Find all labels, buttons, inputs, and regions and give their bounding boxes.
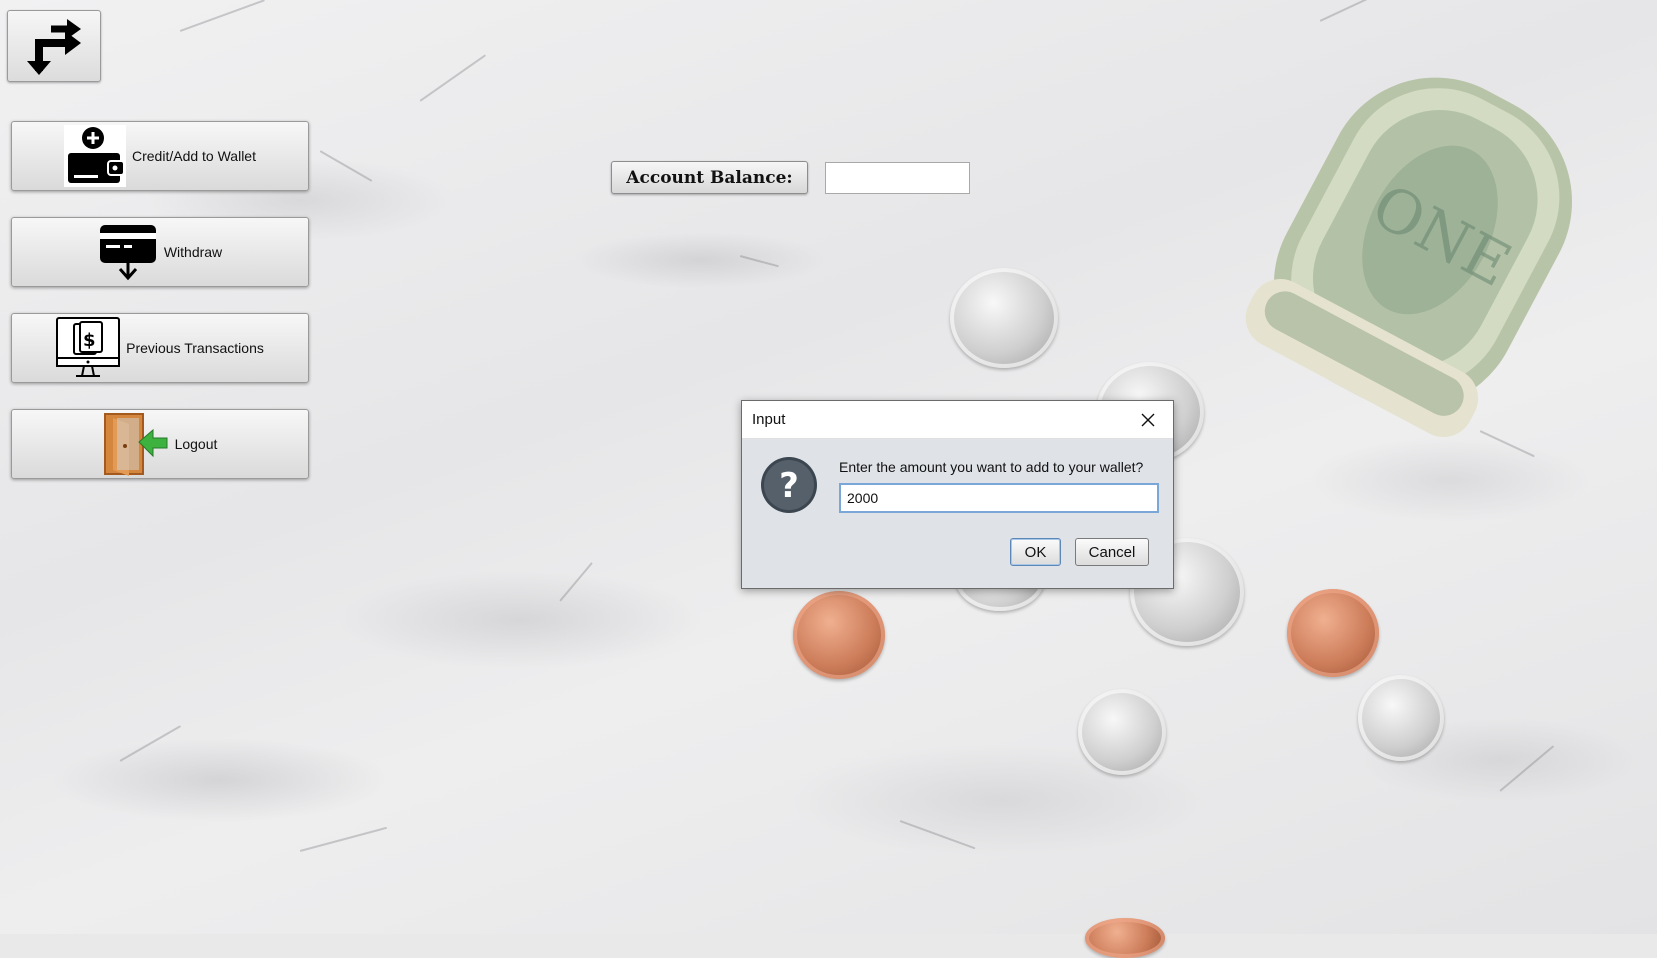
dialog-prompt: Enter the amount you want to add to your…: [839, 459, 1144, 475]
account-balance-field[interactable]: [825, 162, 970, 194]
redirect-button[interactable]: [7, 10, 101, 82]
transactions-monitor-icon: $: [56, 316, 121, 380]
dialog-title: Input: [752, 411, 786, 428]
coin-image: [1287, 589, 1379, 677]
coin-image: [950, 268, 1058, 368]
wallet-add-icon: [64, 125, 126, 187]
ok-button[interactable]: OK: [1010, 538, 1061, 566]
coin-image: [1078, 689, 1166, 775]
redirect-arrows-icon: [27, 19, 81, 75]
coin-image: [793, 591, 885, 679]
close-icon: [1141, 413, 1155, 426]
logout-label: Logout: [174, 436, 218, 452]
previous-transactions-label: Previous Transactions: [126, 340, 264, 356]
credit-add-to-wallet-label: Credit/Add to Wallet: [132, 148, 256, 164]
close-button[interactable]: [1133, 405, 1163, 435]
coin-image: [1085, 918, 1165, 958]
cancel-button[interactable]: Cancel: [1075, 538, 1149, 566]
withdraw-label: Withdraw: [163, 244, 223, 260]
account-balance-label: Account Balance:: [611, 161, 808, 194]
logout-button[interactable]: Logout: [11, 409, 309, 479]
dialog-body: ? Enter the amount you want to add to yo…: [742, 439, 1173, 587]
svg-text:$: $: [83, 330, 96, 351]
input-dialog: Input ? Enter the amount you want to add…: [741, 400, 1174, 589]
card-withdraw-icon: [98, 223, 158, 281]
credit-add-to-wallet-button[interactable]: Credit/Add to Wallet: [11, 121, 309, 191]
rolled-dollar-bill-image: ONE: [1245, 77, 1573, 438]
door-exit-icon: [103, 412, 169, 476]
svg-text:?: ?: [779, 466, 799, 506]
question-icon: ?: [761, 457, 817, 513]
coin-image: [1358, 675, 1444, 761]
amount-input[interactable]: [839, 483, 1159, 513]
withdraw-button[interactable]: Withdraw: [11, 217, 309, 287]
previous-transactions-button[interactable]: $ Previous Transactions: [11, 313, 309, 383]
dialog-title-bar[interactable]: Input: [742, 401, 1173, 439]
